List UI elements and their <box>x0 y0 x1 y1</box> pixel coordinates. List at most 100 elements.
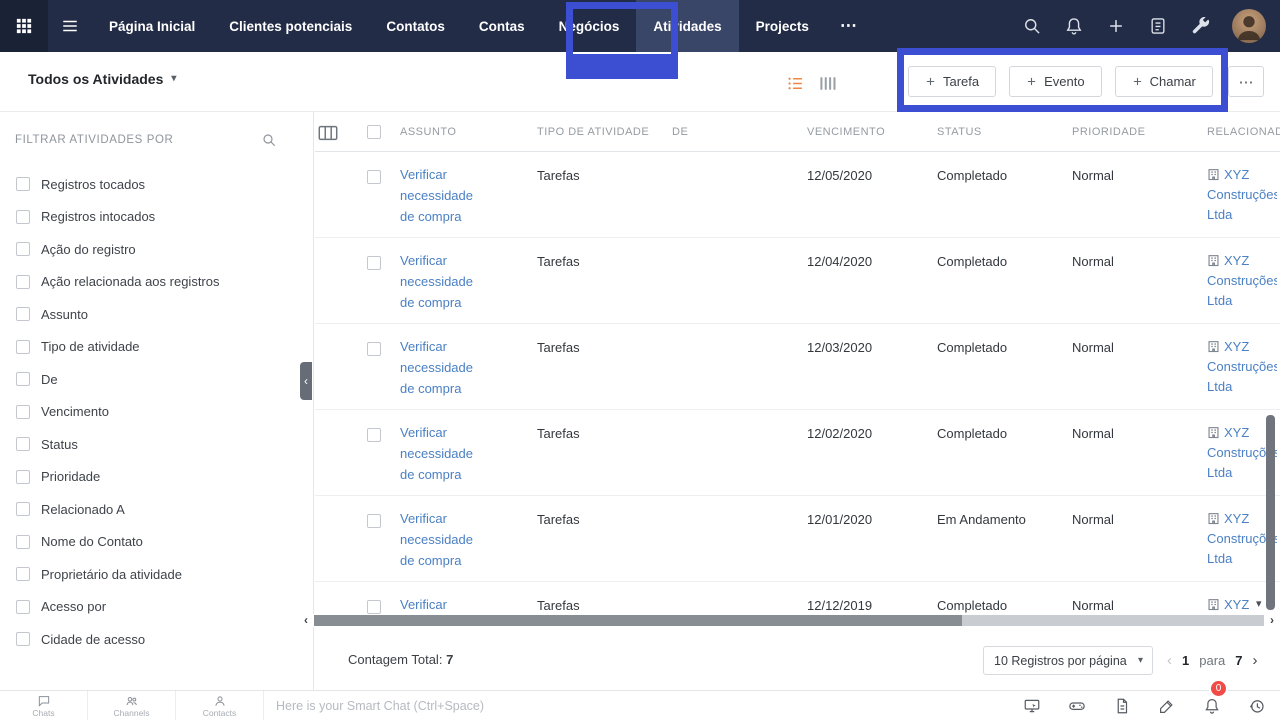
filter-checkbox[interactable] <box>16 567 30 582</box>
filter-checkbox[interactable] <box>16 437 30 452</box>
filter-item-acesso-por[interactable]: Acesso por <box>0 591 313 624</box>
row-checkbox[interactable] <box>367 170 381 184</box>
filter-item-vencimento[interactable]: Vencimento <box>0 396 313 429</box>
filter-item-acao-do-registro[interactable]: Ação do registro <box>0 233 313 266</box>
scroll-right-arrow-icon[interactable]: › <box>1264 614 1280 627</box>
plus-icon[interactable] <box>1106 16 1126 36</box>
row-checkbox[interactable] <box>367 428 381 442</box>
nav-tab-projects[interactable]: Projects <box>739 0 826 52</box>
signature-pen-icon[interactable] <box>1158 697 1176 715</box>
scroll-down-arrow-icon[interactable]: ▾ <box>1256 597 1262 610</box>
horizontal-scrollbar-track[interactable] <box>314 615 1264 626</box>
row-checkbox[interactable] <box>367 256 381 270</box>
bell-icon[interactable] <box>1064 16 1084 36</box>
activity-subject-link[interactable]: Verificar necessidade de compra <box>400 594 488 614</box>
nav-tab-contas[interactable]: Contas <box>462 0 542 52</box>
search-icon[interactable] <box>1022 16 1042 36</box>
activity-subject-link[interactable]: Verificar necessidade de compra <box>400 422 488 485</box>
filter-checkbox[interactable] <box>16 177 30 192</box>
table-row[interactable]: Verificar necessidade de compra Tarefas … <box>315 496 1280 582</box>
activity-subject-link[interactable]: Verificar necessidade de compra <box>400 336 488 399</box>
filter-item-tipo-de-atividade[interactable]: Tipo de atividade <box>0 331 313 364</box>
bell-icon[interactable] <box>1203 697 1221 715</box>
nav-tab-clientes-potenciais[interactable]: Clientes potenciais <box>212 0 369 52</box>
filter-checkbox[interactable] <box>16 242 30 257</box>
column-header-assunto[interactable]: ASSUNTO <box>400 126 456 138</box>
page-icon[interactable] <box>1113 697 1131 715</box>
screen-share-icon[interactable] <box>1023 697 1041 715</box>
filter-item-de[interactable]: De <box>0 363 313 396</box>
filter-item-prioridade[interactable]: Prioridade <box>0 461 313 494</box>
row-checkbox[interactable] <box>367 600 381 614</box>
table-row[interactable]: Verificar necessidade de compra Tarefas … <box>315 410 1280 496</box>
filter-checkbox[interactable] <box>16 339 30 354</box>
column-header-tipo-de-atividade[interactable]: TIPO DE ATIVIDADE <box>537 126 649 138</box>
kanban-view-icon[interactable] <box>818 74 837 93</box>
table-row[interactable]: Verificar necessidade de compra Tarefas … <box>315 324 1280 410</box>
pagination-prev-icon[interactable]: ‹ <box>1167 652 1172 669</box>
horizontal-scrollbar[interactable]: ‹ › <box>298 614 1280 627</box>
column-header-relacionado-a[interactable]: RELACIONADO A <box>1207 126 1280 138</box>
game-controller-icon[interactable] <box>1068 697 1086 715</box>
setup-wrench-icon[interactable] <box>1190 16 1210 36</box>
contacts-button[interactable]: Contacts <box>176 691 264 720</box>
smart-chat-input[interactable] <box>264 691 1023 720</box>
scroll-left-arrow-icon[interactable]: ‹ <box>298 614 314 627</box>
filter-checkbox[interactable] <box>16 632 30 647</box>
hamburger-menu-button[interactable] <box>48 0 92 52</box>
toolbar-more-button[interactable]: ⋯ <box>1228 66 1264 97</box>
customize-columns-icon[interactable] <box>317 122 339 142</box>
activity-subject-link[interactable]: Verificar necessidade de compra <box>400 164 488 227</box>
horizontal-scrollbar-thumb[interactable] <box>314 615 962 626</box>
list-view-icon[interactable] <box>786 74 805 93</box>
sidebar-collapse-handle[interactable]: ‹ <box>300 362 312 400</box>
table-row[interactable]: Verificar necessidade de compra Tarefas … <box>315 582 1280 614</box>
select-all-checkbox[interactable] <box>367 125 381 139</box>
filter-checkbox[interactable] <box>16 307 30 322</box>
nav-tab-negocios[interactable]: Negócios <box>542 0 637 52</box>
column-header-de[interactable]: DE <box>672 126 688 138</box>
vertical-scrollbar-thumb[interactable] <box>1266 415 1275 610</box>
filter-item-status[interactable]: Status <box>0 428 313 461</box>
user-avatar[interactable] <box>1232 9 1266 43</box>
nav-tab-atividades[interactable]: Atividades <box>636 0 739 52</box>
nav-tab-contatos[interactable]: Contatos <box>369 0 462 52</box>
filter-checkbox[interactable] <box>16 274 30 289</box>
view-selector-dropdown[interactable]: Todos os Atividades ▾ <box>28 71 176 87</box>
filter-checkbox[interactable] <box>16 469 30 484</box>
filter-item-registros-tocados[interactable]: Registros tocados <box>0 168 313 201</box>
filter-checkbox[interactable] <box>16 599 30 614</box>
column-header-vencimento[interactable]: VENCIMENTO <box>807 126 885 138</box>
apps-grid-button[interactable] <box>0 0 48 52</box>
table-row[interactable]: Verificar necessidade de compra Tarefas … <box>315 152 1280 238</box>
channels-button[interactable]: Channels <box>88 691 176 720</box>
column-header-status[interactable]: STATUS <box>937 126 982 138</box>
filter-item-relacionado-a[interactable]: Relacionado A <box>0 493 313 526</box>
filter-item-registros-intocados[interactable]: Registros intocados <box>0 201 313 234</box>
row-checkbox[interactable] <box>367 342 381 356</box>
filter-item-acao-relacionada[interactable]: Ação relacionada aos registros <box>0 266 313 299</box>
search-icon[interactable] <box>261 132 277 148</box>
chats-button[interactable]: Chats <box>0 691 88 720</box>
filter-item-cidade-de-acesso[interactable]: Cidade de acesso <box>0 623 313 656</box>
filter-checkbox[interactable] <box>16 209 30 224</box>
activity-subject-link[interactable]: Verificar necessidade de compra <box>400 250 488 313</box>
filter-checkbox[interactable] <box>16 404 30 419</box>
new-chamar-button[interactable]: Chamar <box>1114 66 1213 97</box>
row-checkbox[interactable] <box>367 514 381 528</box>
history-clock-icon[interactable] <box>1248 697 1266 715</box>
table-row[interactable]: Verificar necessidade de compra Tarefas … <box>315 238 1280 324</box>
records-per-page-dropdown[interactable]: 10 Registros por página ▾ <box>983 646 1153 675</box>
nav-tab-pagina-inicial[interactable]: Página Inicial <box>92 0 212 52</box>
notebook-icon[interactable] <box>1148 16 1168 36</box>
new-tarefa-button[interactable]: Tarefa <box>908 66 997 97</box>
filter-checkbox[interactable] <box>16 502 30 517</box>
filter-item-nome-do-contato[interactable]: Nome do Contato <box>0 526 313 559</box>
nav-more-button[interactable]: ⋯ <box>826 0 871 52</box>
filter-item-assunto[interactable]: Assunto <box>0 298 313 331</box>
filter-checkbox[interactable] <box>16 372 30 387</box>
filter-checkbox[interactable] <box>16 534 30 549</box>
activity-subject-link[interactable]: Verificar necessidade de compra <box>400 508 488 571</box>
pagination-next-icon[interactable]: › <box>1253 652 1258 669</box>
new-evento-button[interactable]: Evento <box>1009 66 1102 97</box>
